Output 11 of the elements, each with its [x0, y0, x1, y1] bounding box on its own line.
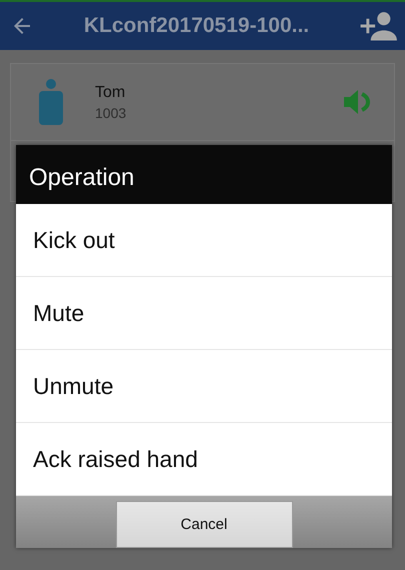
- person-icon: [39, 79, 63, 125]
- menu-item[interactable]: Kick out: [16, 204, 392, 277]
- participant-number: 1003: [95, 104, 128, 120]
- conference-title: KLconf20170519-100...: [82, 14, 310, 38]
- menu-item[interactable]: Mute: [16, 277, 392, 350]
- add-person-icon[interactable]: [359, 10, 397, 42]
- participant-card[interactable]: Tom 1003: [10, 63, 395, 141]
- participant-name: Tom: [95, 84, 126, 102]
- menu-item[interactable]: Unmute: [16, 350, 392, 423]
- dialog-title: Operation: [16, 145, 392, 204]
- cancel-button[interactable]: Cancel: [116, 501, 292, 548]
